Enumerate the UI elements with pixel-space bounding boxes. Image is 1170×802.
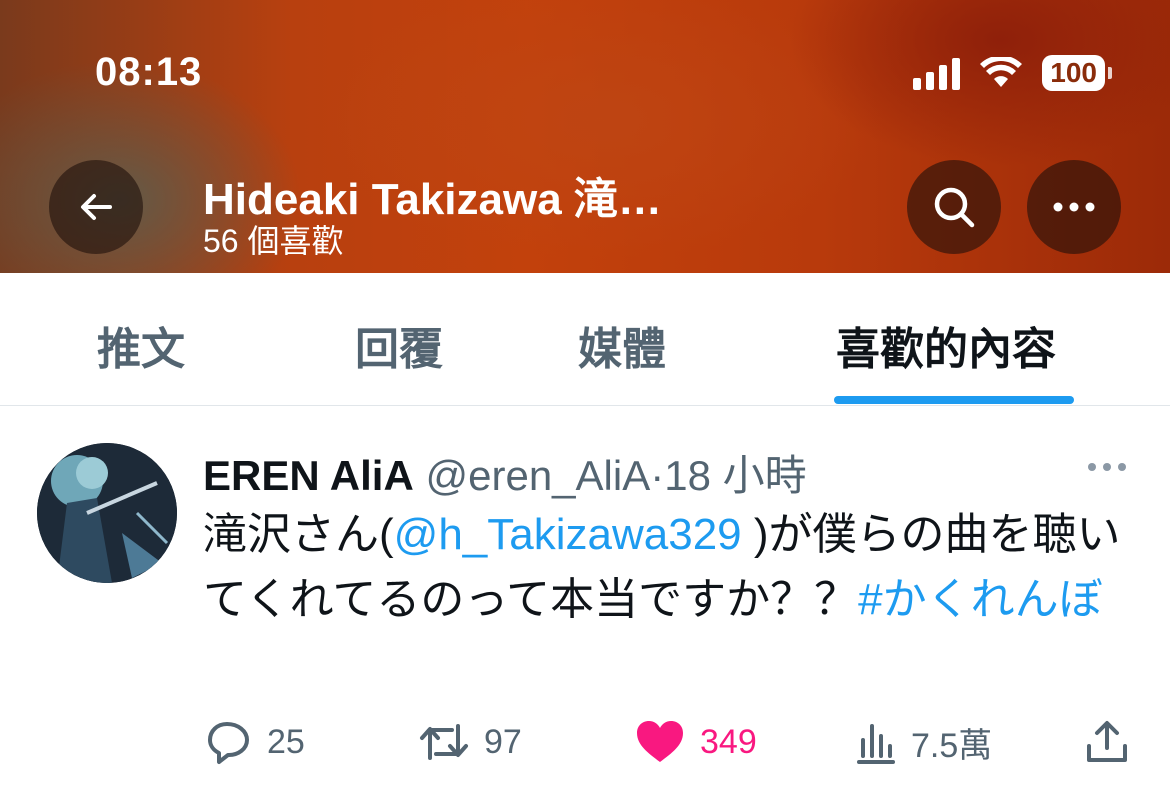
- views-icon: [857, 723, 895, 764]
- profile-tabs: 推文 回覆 媒體 喜歡的內容: [0, 273, 1170, 406]
- tweet-actions: 25 97 349 7.5萬: [0, 718, 1170, 778]
- views-count: 7.5萬: [911, 727, 993, 765]
- likes-count: 56 個喜歡: [203, 223, 344, 259]
- reply-button[interactable]: 25: [205, 718, 305, 766]
- active-tab-indicator: [834, 396, 1074, 404]
- retweet-button[interactable]: 97: [418, 718, 522, 766]
- tweet[interactable]: EREN AliA @eren_AliA·18 小時 滝沢さん(@h_Takiz…: [0, 406, 1170, 802]
- back-button[interactable]: [49, 160, 143, 254]
- tweet-header: EREN AliA @eren_AliA·18 小時: [203, 442, 807, 503]
- reply-icon: [208, 722, 249, 764]
- reply-count: 25: [267, 722, 305, 761]
- tab-posts[interactable]: 推文: [97, 313, 185, 377]
- retweet-count: 97: [484, 722, 522, 761]
- mention-link[interactable]: @h_Takizawa329: [394, 510, 742, 559]
- views-button[interactable]: 7.5萬: [855, 718, 992, 767]
- tweet-text-part1: 滝沢さん(: [203, 510, 394, 559]
- tab-replies[interactable]: 回覆: [355, 313, 443, 377]
- tab-likes[interactable]: 喜歡的內容: [836, 313, 1056, 377]
- share-button[interactable]: [1083, 718, 1131, 766]
- author-name[interactable]: EREN AliA: [203, 452, 414, 499]
- cellular-signal-icon: [913, 56, 961, 90]
- search-icon: [934, 187, 975, 228]
- battery-level: 100: [1042, 55, 1105, 91]
- tab-media[interactable]: 媒體: [578, 313, 666, 377]
- profile-header: 08:13 100 Hideaki Takizawa 滝… 56 個喜歡: [0, 0, 1170, 273]
- tweet-text: 滝沢さん(@h_Takizawa329 )が僕らの曲を聴いてくれてるのって本当で…: [203, 502, 1133, 632]
- more-options-button[interactable]: [1027, 160, 1121, 254]
- heart-icon: [637, 721, 683, 762]
- status-time: 08:13: [95, 50, 203, 94]
- wifi-icon: [980, 57, 1023, 87]
- retweet-icon: [420, 724, 468, 760]
- tweet-time[interactable]: 18 小時: [664, 452, 806, 499]
- more-icon: [1053, 202, 1095, 212]
- like-button[interactable]: 349: [634, 718, 757, 766]
- separator: ·: [650, 452, 665, 499]
- tweet-more-button[interactable]: [1086, 460, 1128, 478]
- like-count: 349: [700, 722, 757, 761]
- back-arrow-icon: [81, 194, 112, 220]
- share-icon: [1087, 721, 1127, 762]
- search-button[interactable]: [907, 160, 1001, 254]
- avatar[interactable]: [37, 443, 177, 583]
- hashtag-link[interactable]: #かくれんぼ: [858, 575, 1102, 624]
- status-indicators: 100: [913, 55, 1112, 91]
- author-handle[interactable]: @eren_AliA: [425, 452, 650, 499]
- battery-icon: 100: [1042, 55, 1112, 91]
- more-icon: [1088, 463, 1126, 471]
